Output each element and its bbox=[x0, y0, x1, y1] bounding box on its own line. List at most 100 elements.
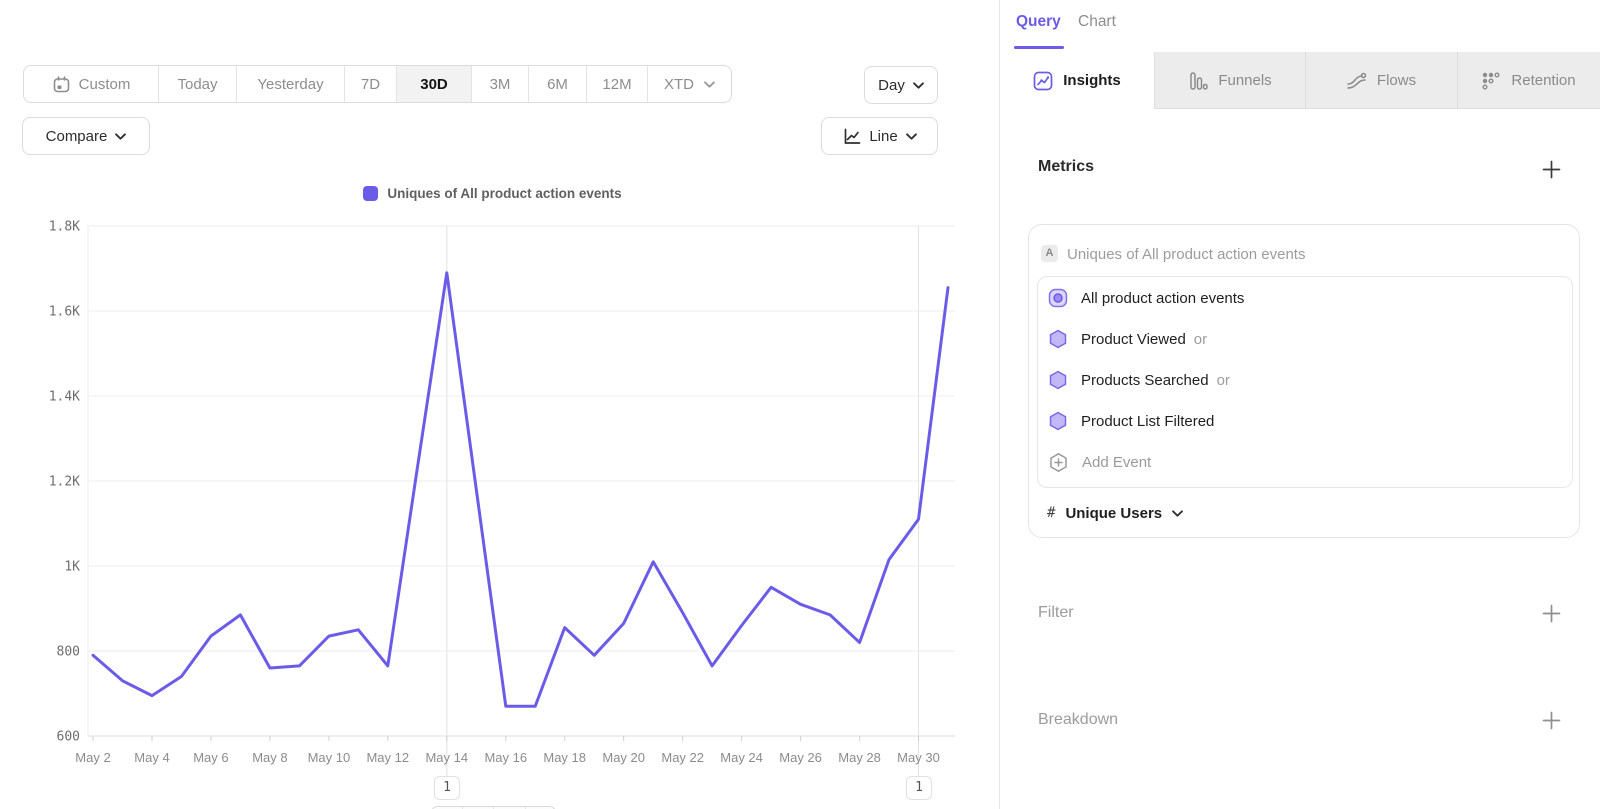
tab-chart[interactable]: Chart bbox=[1078, 13, 1116, 31]
tab-label: Insights bbox=[1063, 72, 1121, 89]
active-tab-underline bbox=[1014, 46, 1064, 49]
chart-panel: 6008001K1.2K1.4K1.6K1.8KMay 2May 4May 6M… bbox=[0, 0, 999, 809]
range-yesterday[interactable]: Yesterday bbox=[236, 66, 344, 102]
tab-retention[interactable]: Retention bbox=[1457, 52, 1600, 109]
measurement-dropdown[interactable]: # Unique Users bbox=[1047, 501, 1183, 525]
svg-text:800: 800 bbox=[57, 645, 80, 660]
tab-funnels[interactable]: Funnels bbox=[1155, 52, 1305, 109]
insights-report-page: 6008001K1.2K1.4K1.6K1.8KMay 2May 4May 6M… bbox=[0, 0, 1600, 809]
add-event-button[interactable]: Add Event bbox=[1048, 450, 1151, 474]
event-name: Product Viewed bbox=[1081, 331, 1186, 348]
plus-icon bbox=[1542, 604, 1561, 623]
compare-label: Compare bbox=[46, 128, 108, 145]
svg-text:May 30: May 30 bbox=[897, 750, 940, 765]
metrics-section-title: Metrics bbox=[1038, 158, 1094, 176]
chart-type-value: Line bbox=[869, 128, 897, 145]
tab-divider bbox=[1457, 52, 1458, 109]
svg-text:1.8K: 1.8K bbox=[49, 220, 80, 235]
svg-text:May 22: May 22 bbox=[661, 750, 704, 765]
compare-dropdown[interactable]: Compare bbox=[22, 117, 150, 155]
svg-text:600: 600 bbox=[57, 730, 80, 745]
chevron-down-icon bbox=[115, 133, 126, 140]
svg-text:May 20: May 20 bbox=[602, 750, 645, 765]
svg-text:May 14: May 14 bbox=[425, 750, 468, 765]
insights-icon bbox=[1033, 71, 1053, 91]
event-name: Products Searched bbox=[1081, 372, 1209, 389]
flows-icon bbox=[1346, 71, 1367, 91]
calendar-icon bbox=[52, 75, 71, 94]
svg-text:May 10: May 10 bbox=[308, 750, 351, 765]
event-row-products-searched[interactable]: Products Searched or bbox=[1048, 368, 1230, 392]
chevron-down-icon bbox=[1172, 510, 1183, 517]
plus-icon bbox=[1542, 160, 1561, 179]
line-chart-icon bbox=[842, 127, 861, 146]
event-list-card: All product action events Product Viewed… bbox=[1037, 276, 1573, 488]
funnels-icon bbox=[1188, 71, 1208, 91]
tab-label: Retention bbox=[1511, 72, 1575, 89]
range-label: Today bbox=[177, 76, 217, 93]
range-30d[interactable]: 30D bbox=[396, 66, 471, 102]
range-7d[interactable]: 7D bbox=[344, 66, 396, 102]
annotation-marker[interactable]: 1 bbox=[434, 776, 460, 800]
event-name: Product List Filtered bbox=[1081, 413, 1214, 430]
chevron-down-icon bbox=[704, 81, 715, 88]
tab-label: Funnels bbox=[1218, 72, 1271, 89]
legend-swatch bbox=[363, 186, 378, 201]
add-breakdown-button[interactable] bbox=[1541, 710, 1561, 730]
filter-section-title: Filter bbox=[1038, 604, 1074, 622]
svg-text:1.6K: 1.6K bbox=[49, 305, 80, 320]
svg-text:May 28: May 28 bbox=[838, 750, 881, 765]
granularity-value: Day bbox=[878, 77, 905, 94]
query-panel: Query Chart Insights Funnels bbox=[1000, 0, 1600, 809]
tab-insights[interactable]: Insights bbox=[1000, 52, 1155, 109]
range-custom[interactable]: Custom bbox=[24, 66, 158, 102]
add-event-icon bbox=[1048, 452, 1069, 473]
range-today[interactable]: Today bbox=[158, 66, 236, 102]
event-row-product-viewed[interactable]: Product Viewed or bbox=[1048, 327, 1207, 351]
range-label: 3M bbox=[490, 76, 511, 93]
event-hexagon-icon bbox=[1048, 411, 1068, 431]
range-xtd[interactable]: XTD bbox=[647, 66, 731, 102]
tab-query[interactable]: Query bbox=[1016, 13, 1061, 31]
range-6m[interactable]: 6M bbox=[528, 66, 586, 102]
retention-icon bbox=[1481, 71, 1501, 91]
add-event-label: Add Event bbox=[1082, 454, 1151, 471]
report-type-tabs: Insights Funnels Flows bbox=[1000, 52, 1600, 109]
event-operator: or bbox=[1194, 331, 1207, 348]
svg-text:1.4K: 1.4K bbox=[49, 390, 80, 405]
chart-legend: Uniques of All product action events bbox=[0, 186, 985, 201]
number-icon: # bbox=[1047, 505, 1055, 521]
svg-text:May 12: May 12 bbox=[366, 750, 409, 765]
breakdown-section-title: Breakdown bbox=[1038, 711, 1118, 729]
plus-icon bbox=[1542, 711, 1561, 730]
add-metric-button[interactable] bbox=[1541, 159, 1561, 179]
chevron-down-icon bbox=[906, 133, 917, 140]
chart-type-dropdown[interactable]: Line bbox=[821, 117, 938, 155]
svg-text:May 24: May 24 bbox=[720, 750, 763, 765]
tab-flows[interactable]: Flows bbox=[1305, 52, 1457, 109]
range-label: XTD bbox=[664, 76, 694, 93]
event-hexagon-icon bbox=[1048, 370, 1068, 390]
date-range-group: Custom Today Yesterday 7D 30D 3M 6M 12M … bbox=[23, 65, 732, 103]
event-row-product-list-filtered[interactable]: Product List Filtered bbox=[1048, 409, 1222, 433]
range-label: 30D bbox=[420, 76, 448, 93]
range-3m[interactable]: 3M bbox=[471, 66, 528, 102]
granularity-dropdown[interactable]: Day bbox=[864, 66, 938, 104]
chevron-down-icon bbox=[913, 82, 924, 89]
event-hexagon-icon bbox=[1048, 329, 1068, 349]
range-12m[interactable]: 12M bbox=[586, 66, 647, 102]
svg-text:1.2K: 1.2K bbox=[49, 475, 80, 490]
svg-text:May 18: May 18 bbox=[543, 750, 586, 765]
event-row-all-product-action-events[interactable]: All product action events bbox=[1048, 286, 1252, 310]
range-label: Custom bbox=[79, 76, 131, 93]
metric-letter-badge: A bbox=[1041, 245, 1058, 262]
range-label: 6M bbox=[547, 76, 568, 93]
add-filter-button[interactable] bbox=[1541, 603, 1561, 623]
tab-divider bbox=[1305, 52, 1306, 109]
range-label: 12M bbox=[602, 76, 631, 93]
strip-bottom-border bbox=[1155, 108, 1600, 109]
range-label: Yesterday bbox=[257, 76, 323, 93]
event-name: All product action events bbox=[1081, 290, 1244, 307]
svg-text:May 8: May 8 bbox=[252, 750, 287, 765]
annotation-marker[interactable]: 1 bbox=[906, 776, 932, 800]
